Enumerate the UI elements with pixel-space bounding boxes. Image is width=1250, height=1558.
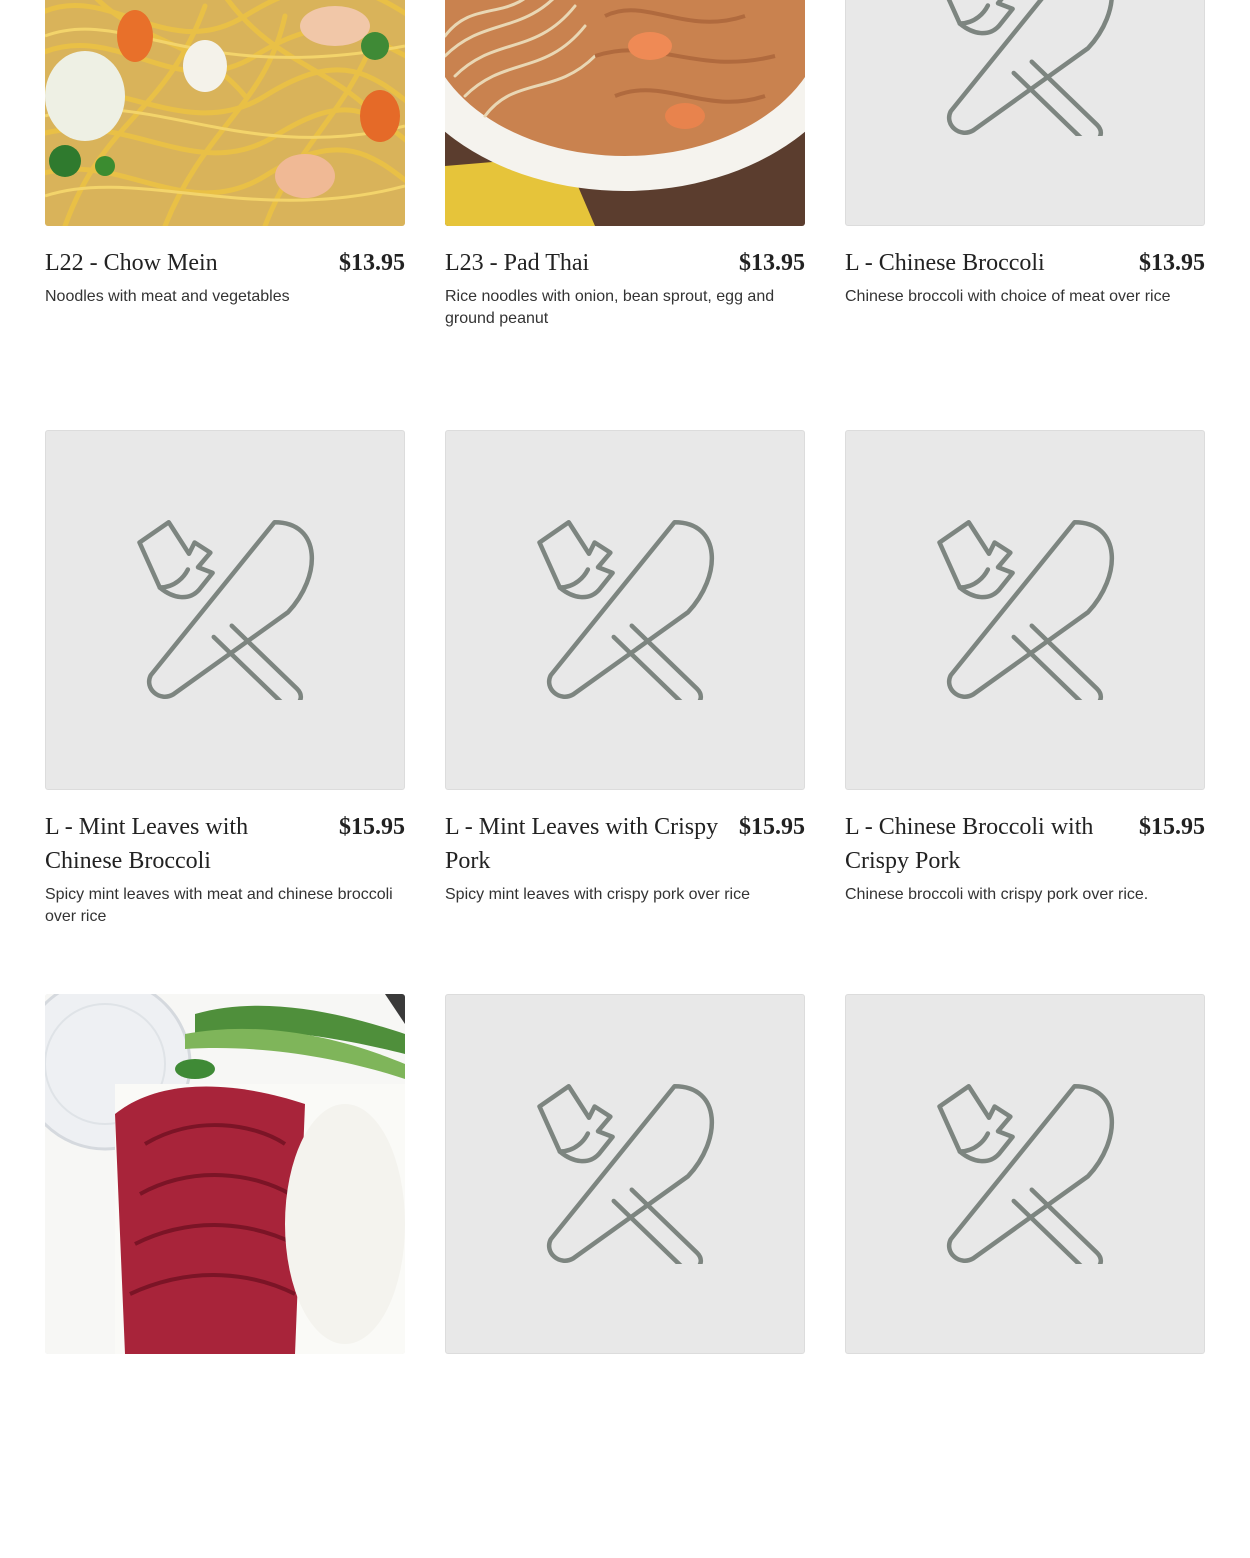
chow-mein-photo — [45, 0, 405, 226]
menu-grid: L22 - Chow Mein $13.95 Noodles with meat… — [45, 0, 1205, 1558]
menu-item-image-placeholder[interactable] — [845, 0, 1205, 226]
menu-item-photo[interactable] — [45, 0, 405, 226]
fork-knife-icon — [137, 520, 315, 700]
menu-item-name[interactable]: L23 - Pad Thai — [445, 246, 589, 280]
menu-item-image-placeholder[interactable] — [45, 430, 405, 790]
bbq-pork-rice-photo — [45, 994, 405, 1354]
fork-knife-icon — [937, 1084, 1115, 1264]
menu-item-description: Spicy mint leaves with meat and chinese … — [45, 886, 393, 925]
menu-item-price: $15.95 — [1139, 814, 1205, 840]
menu-item-card[interactable] — [45, 994, 405, 1558]
menu-item-card[interactable]: L - Chinese Broccoli with Crispy Pork $1… — [845, 430, 1205, 994]
menu-item-name[interactable]: L - Chinese Broccoli — [845, 246, 1045, 280]
menu-item-image-placeholder[interactable] — [845, 430, 1205, 790]
fork-knife-icon — [946, 0, 1114, 136]
fork-knife-icon — [537, 1084, 715, 1264]
menu-item-name[interactable]: L22 - Chow Mein — [45, 246, 218, 280]
menu-item-header: L22 - Chow Mein $13.95 — [45, 246, 405, 280]
menu-item-header: L - Mint Leaves with Chinese Broccoli $1… — [45, 810, 405, 878]
menu-item-card[interactable]: L - Mint Leaves with Chinese Broccoli $1… — [45, 430, 405, 994]
menu-item-image-placeholder[interactable] — [445, 994, 805, 1354]
menu-item-description: Rice noodles with onion, bean sprout, eg… — [445, 288, 775, 327]
menu-item-card[interactable] — [445, 994, 805, 1558]
menu-item-name[interactable]: L - Mint Leaves with Chinese Broccoli — [45, 810, 325, 878]
menu-item-photo[interactable] — [445, 0, 805, 226]
menu-item-name[interactable]: L - Mint Leaves with Crispy Pork — [445, 810, 725, 878]
menu-item-image-placeholder[interactable] — [445, 430, 805, 790]
menu-item-description: Chinese broccoli with choice of meat ove… — [845, 288, 1171, 305]
menu-item-header: L23 - Pad Thai $13.95 — [445, 246, 805, 280]
menu-item-card[interactable]: L - Mint Leaves with Crispy Pork $15.95 … — [445, 430, 805, 994]
menu-item-description: Chinese broccoli with crispy pork over r… — [845, 886, 1149, 903]
menu-item-image-placeholder[interactable] — [845, 994, 1205, 1354]
menu-item-card[interactable] — [845, 994, 1205, 1558]
menu-item-card[interactable]: L22 - Chow Mein $13.95 Noodles with meat… — [45, 0, 405, 430]
menu-item-card[interactable]: L23 - Pad Thai $13.95 Rice noodles with … — [445, 0, 805, 430]
menu-item-description: Noodles with meat and vegetables — [45, 288, 290, 305]
menu-item-price: $13.95 — [339, 250, 405, 276]
menu-item-price: $13.95 — [1139, 250, 1205, 276]
menu-item-card[interactable]: L - Chinese Broccoli $13.95 Chinese broc… — [845, 0, 1205, 430]
menu-item-header: L - Mint Leaves with Crispy Pork $15.95 — [445, 810, 805, 878]
pad-thai-photo — [445, 0, 805, 226]
fork-knife-icon — [937, 520, 1115, 700]
menu-item-price: $15.95 — [339, 814, 405, 840]
menu-item-header: L - Chinese Broccoli with Crispy Pork $1… — [845, 810, 1205, 878]
menu-item-price: $15.95 — [739, 814, 805, 840]
menu-item-description: Spicy mint leaves with crispy pork over … — [445, 886, 750, 903]
menu-item-header: L - Chinese Broccoli $13.95 — [845, 246, 1205, 280]
menu-item-name[interactable]: L - Chinese Broccoli with Crispy Pork — [845, 810, 1125, 878]
fork-knife-icon — [537, 520, 715, 700]
menu-item-price: $13.95 — [739, 250, 805, 276]
menu-item-photo[interactable] — [45, 994, 405, 1354]
